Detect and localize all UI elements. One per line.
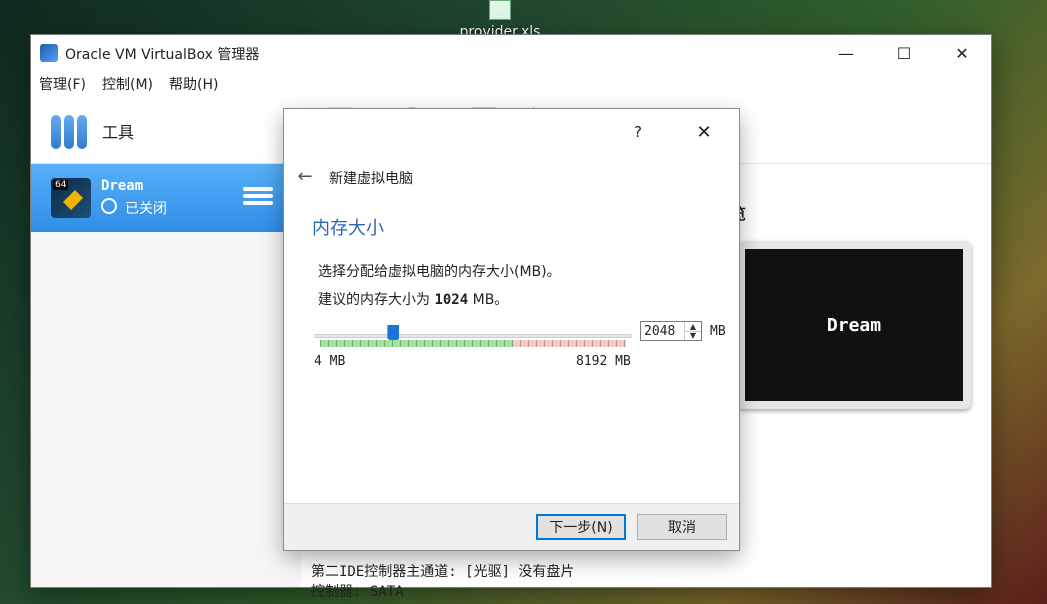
recommended-suffix: MB。: [468, 292, 509, 308]
memory-unit: MB: [710, 324, 726, 339]
slider-ticks: [320, 340, 626, 347]
recommended-memory: 建议的内存大小为 1024 MB。: [318, 289, 508, 309]
recommended-prefix: 建议的内存大小为: [318, 292, 435, 308]
spin-down-icon[interactable]: ▼: [684, 331, 701, 340]
slider-track[interactable]: [314, 334, 632, 338]
preview-panel: Dream: [737, 241, 971, 409]
vm-item-dream[interactable]: 64 Dream 已关闭: [31, 164, 301, 232]
help-button[interactable]: ?: [625, 119, 651, 145]
memory-spinbox[interactable]: ▲ ▼: [640, 321, 702, 341]
power-icon: [101, 198, 117, 214]
cancel-button[interactable]: 取消: [637, 514, 727, 540]
details-line-controller: 控制器: SATA: [311, 584, 404, 600]
spreadsheet-icon: [489, 0, 511, 20]
max-memory-label: 8192 MB: [576, 354, 631, 369]
details-text: 第二IDE控制器主通道: [光驱] 没有盘片 控制器: SATA: [311, 561, 574, 601]
menu-help[interactable]: 帮助(H): [169, 74, 218, 94]
details-line-ide: 第二IDE控制器主通道: [光驱] 没有盘片: [311, 564, 575, 580]
vm-os-icon: 64: [51, 178, 91, 218]
menu-manage[interactable]: 管理(F): [39, 74, 86, 94]
title-bar[interactable]: Oracle VM VirtualBox 管理器 — ☐ ✕: [31, 35, 991, 71]
tools-entry[interactable]: 工具: [31, 97, 301, 164]
memory-input[interactable]: [641, 322, 688, 340]
vm-status: 已关闭: [125, 201, 167, 217]
maximize-button[interactable]: ☐: [875, 35, 933, 71]
vm-list-pane: 工具 64 Dream 已关闭: [31, 97, 302, 587]
recommended-value: 1024: [434, 292, 469, 308]
vm-name: Dream: [101, 178, 144, 194]
bits-badge: 64: [53, 180, 69, 190]
menu-control[interactable]: 控制(M): [102, 74, 153, 94]
window-controls: — ☐ ✕: [817, 35, 991, 71]
dialog-title: 新建虚拟电脑: [329, 171, 413, 187]
preview-screen: Dream: [745, 249, 963, 401]
dialog-footer: 下一步(N) 取消: [284, 503, 739, 550]
memory-description: 选择分配给虚拟电脑的内存大小(MB)。: [318, 264, 561, 280]
new-vm-dialog: ? ✕ ← 新建虚拟电脑 内存大小 选择分配给虚拟电脑的内存大小(MB)。 建议…: [284, 109, 739, 550]
list-menu-icon[interactable]: [243, 184, 273, 214]
min-memory-label: 4 MB: [314, 354, 346, 369]
tools-icon: [51, 109, 89, 149]
dialog-close-button[interactable]: ✕: [691, 119, 717, 145]
back-arrow-icon[interactable]: ←: [294, 165, 316, 187]
menu-bar: 管理(F) 控制(M) 帮助(H): [31, 71, 991, 97]
desktop-file-provider[interactable]: provider.xls: [445, 0, 555, 40]
next-button[interactable]: 下一步(N): [536, 514, 626, 540]
memory-size-header: 内存大小: [312, 218, 384, 239]
close-button[interactable]: ✕: [933, 35, 991, 71]
virtualbox-icon: [40, 44, 58, 62]
window-title: Oracle VM VirtualBox 管理器: [65, 47, 260, 63]
minimize-button[interactable]: —: [817, 35, 875, 71]
tools-label: 工具: [102, 123, 135, 142]
